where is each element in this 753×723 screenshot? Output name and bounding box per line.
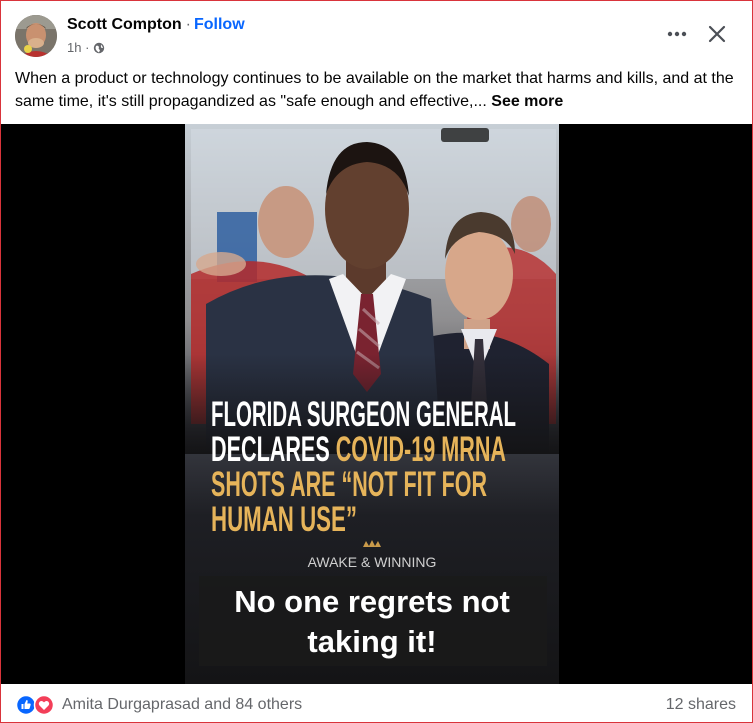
reaction-icons-group <box>16 694 55 716</box>
timestamp[interactable]: 1h · <box>67 40 89 55</box>
love-icon <box>33 694 55 716</box>
avatar-photo <box>15 15 57 57</box>
author-separator: · <box>185 16 191 33</box>
headline-line-3: SHOTS ARE “NOT FIT FOR <box>211 465 487 504</box>
headline-line-2: DECLARES COVID-19 MRNA <box>211 430 506 469</box>
more-options-icon <box>667 31 687 37</box>
reaction-icons[interactable] <box>16 694 58 716</box>
like-icon <box>16 694 37 716</box>
video-frame: FLORIDA SURGEON GENERAL DECLARES COVID-1… <box>1 124 752 684</box>
close-icon <box>708 25 726 43</box>
caption-line-2: taking it! <box>307 624 436 659</box>
headline-line-1: FLORIDA SURGEON GENERAL <box>211 395 516 434</box>
post-media[interactable]: FLORIDA SURGEON GENERAL DECLARES COVID-1… <box>1 124 752 684</box>
globe-icon <box>93 42 105 54</box>
see-more-link[interactable]: See more <box>491 93 563 110</box>
more-options-button[interactable] <box>662 20 692 48</box>
avatar[interactable] <box>15 15 57 57</box>
post-meta: 1h · <box>67 40 105 55</box>
follow-button[interactable]: Follow <box>194 16 245 33</box>
brand-watermark: AWAKE & WINNING <box>308 554 437 570</box>
close-button[interactable] <box>703 20 731 48</box>
post-header: Scott Compton · Follow 1h · <box>0 0 753 66</box>
post-footer: Amita Durgaprasad and 84 others 12 share… <box>0 688 753 722</box>
author-line: Scott Compton · Follow <box>67 16 245 34</box>
post-text: When a product or technology continues t… <box>15 67 740 113</box>
reaction-names[interactable]: Amita Durgaprasad and 84 others <box>62 696 302 714</box>
headline-line-2-gold: COVID-19 MRNA <box>336 430 506 469</box>
shares-count[interactable]: 12 shares <box>666 696 736 714</box>
author-name[interactable]: Scott Compton <box>67 16 182 33</box>
caption-line-1: No one regrets not <box>234 584 510 619</box>
headline-line-4: HUMAN USE” <box>211 500 357 539</box>
headline-line-2-white: DECLARES <box>211 430 336 469</box>
post-body: When a product or technology continues t… <box>15 70 734 110</box>
